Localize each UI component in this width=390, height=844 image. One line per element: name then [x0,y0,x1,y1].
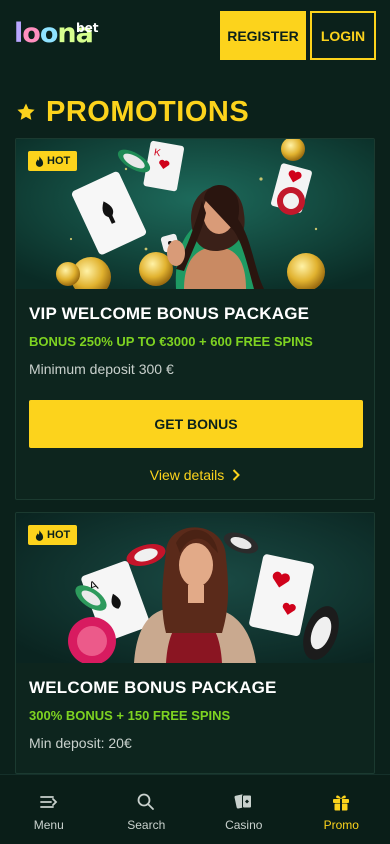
promo-banner-image: A HOT [16,513,374,663]
logo-letter: o [22,18,41,49]
promo-title: WELCOME BONUS PACKAGE [29,678,277,697]
promo-card: K HOT VIP WELCOME BONUS PACKAGE BONUS 25… [15,138,375,500]
chevron-right-icon [233,469,241,481]
nav-label: Promo [323,817,359,832]
page-title: PROMOTIONS [46,95,250,128]
brand-logo[interactable]: loona bet [14,18,98,50]
login-button[interactable]: LOGIN [310,11,376,60]
view-details-link[interactable]: View details [16,465,374,485]
hot-badge: HOT [28,525,78,545]
promo-banner-image: K HOT [16,139,374,289]
hot-badge: HOT [28,151,78,171]
search-icon [137,793,155,810]
promo-min-deposit: Min deposit: 20€ [29,735,132,751]
get-bonus-button[interactable]: GET BONUS [29,400,363,448]
promo-bonus-text: BONUS 250% UP TO €3000 + 600 FREE SPINS [29,334,313,349]
nav-label: Search [127,817,166,832]
badge-label: HOT [47,155,71,167]
register-button[interactable]: REGISTER [220,11,306,60]
nav-item-promo[interactable]: Promo [293,775,390,844]
view-details-label: View details [149,467,225,483]
menu-icon [39,795,58,808]
bottom-nav: Menu Search Casino Promo [0,774,390,844]
nav-item-casino[interactable]: Casino [195,775,293,844]
fire-icon [35,155,44,167]
logo-superscript: bet [76,21,99,35]
promo-min-deposit: Minimum deposit 300 € [29,361,174,377]
badge-label: HOT [47,529,71,541]
promo-bonus-text: 300% BONUS + 150 FREE SPINS [29,708,231,723]
section-header: PROMOTIONS [16,94,249,130]
header: loona bet REGISTER LOGIN [0,0,390,72]
fire-icon [35,529,44,541]
nav-label: Menu [33,817,64,832]
promo-card: A HOT WELCOME BONUS PACKAGE 300% BONUS +… [15,512,375,774]
nav-item-search[interactable]: Search [98,775,196,844]
promo-title: VIP WELCOME BONUS PACKAGE [29,304,310,323]
logo-letter: o [39,18,59,49]
star-icon [17,103,35,120]
gift-icon [333,795,350,810]
nav-label: Casino [225,817,263,832]
nav-item-menu[interactable]: Menu [0,775,98,844]
cards-icon [234,793,252,809]
